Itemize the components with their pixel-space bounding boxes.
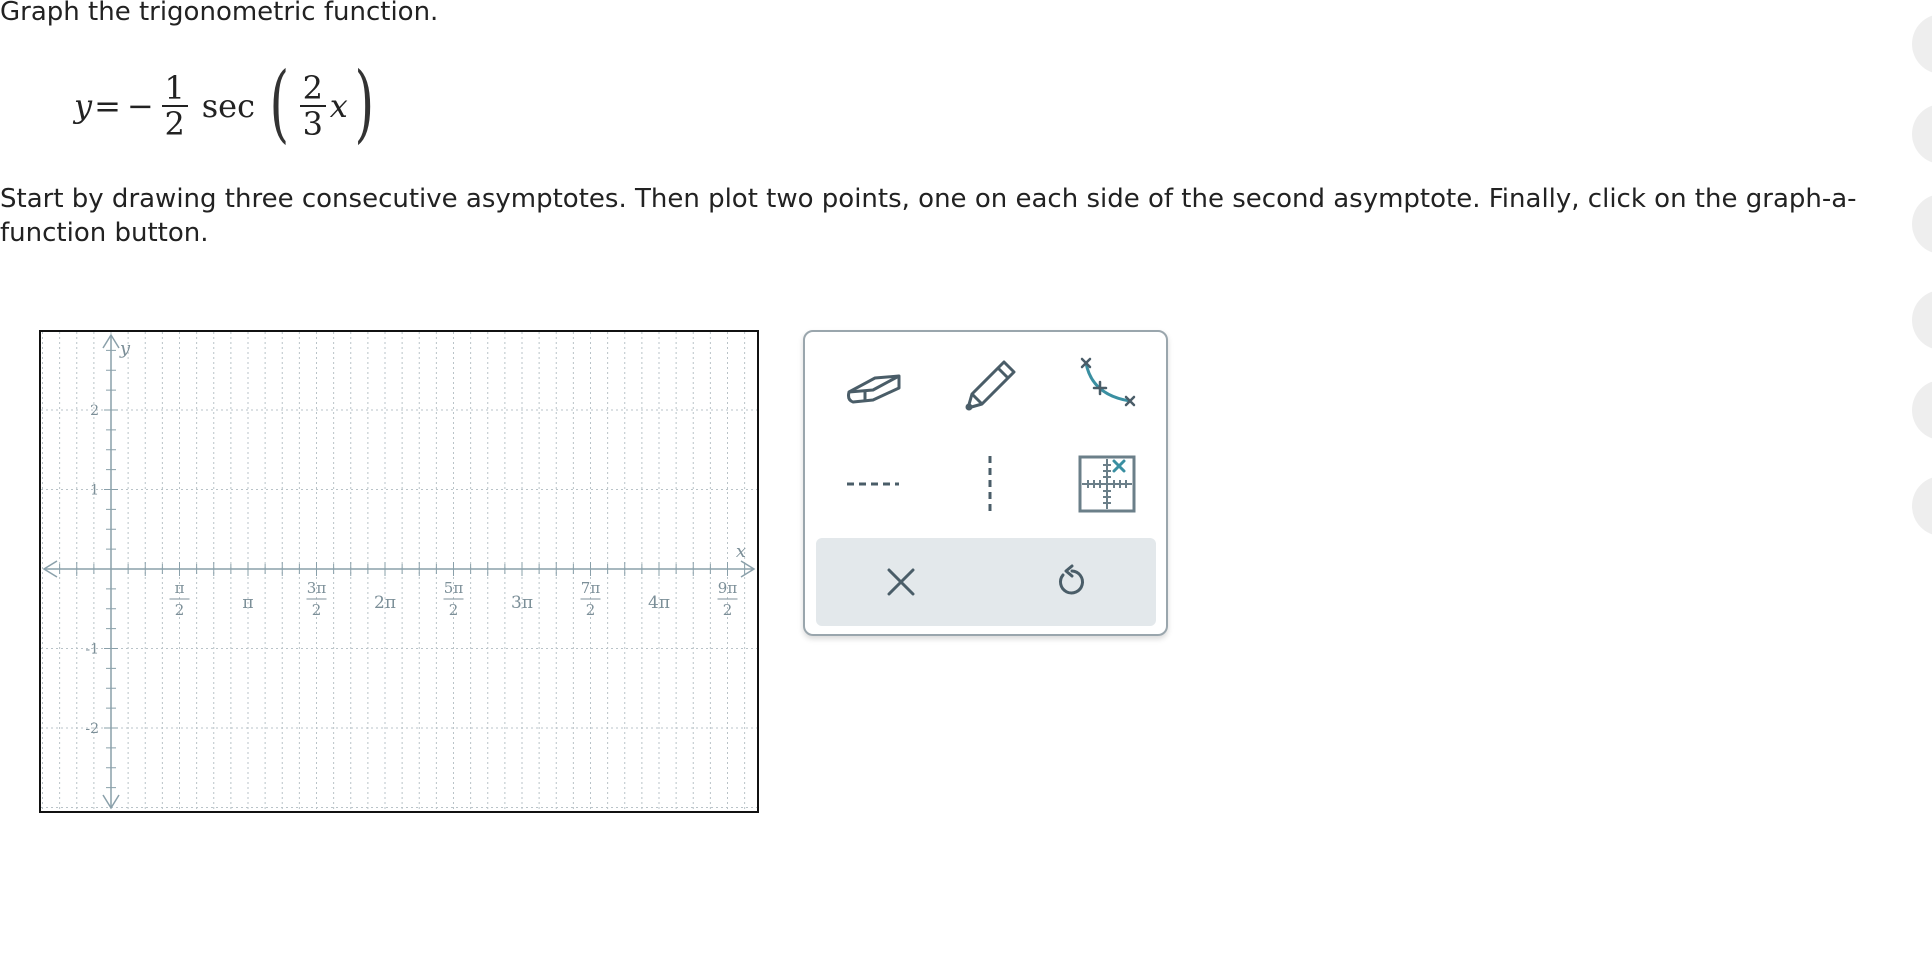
formula-right-paren: ): [354, 54, 375, 152]
dashed-horizontal-line-icon: [847, 482, 899, 486]
side-tab-1[interactable]: [1912, 14, 1932, 74]
x-tick-label-denominator: 2: [723, 601, 733, 619]
formula-x: x: [329, 87, 348, 125]
x-tick-label-numerator: 3π: [307, 579, 327, 597]
x-tick-label-denominator: 2: [175, 601, 185, 619]
side-tab-3[interactable]: [1912, 194, 1932, 254]
x-tick-label: 2π: [374, 593, 396, 613]
y-tick-label: 1: [90, 483, 99, 499]
x-tick-label-denominator: 2: [312, 601, 322, 619]
y-tick-label: -2: [85, 721, 99, 737]
side-tab-5[interactable]: [1912, 380, 1932, 440]
grid-point-icon: [1078, 455, 1136, 513]
side-tab-6[interactable]: [1912, 476, 1932, 536]
side-tab-2[interactable]: [1912, 104, 1932, 164]
y-axis-label: y: [119, 338, 131, 359]
action-bar: [816, 538, 1156, 626]
coefficient-denominator: 2: [164, 105, 185, 143]
close-icon: [887, 568, 915, 596]
eraser-tool[interactable]: [833, 346, 913, 426]
instructions-text: Start by drawing three consecutive asymp…: [0, 184, 1857, 248]
x-tick-label: 3π: [511, 593, 533, 613]
dashed-vertical-line-icon: [988, 456, 992, 512]
formula-equals: =: [94, 87, 121, 125]
graph-canvas[interactable]: π 2 π 3π 2 2π 5π 2 3π 7π 2 4π 9π 2 2 1 -1 -2 x y: [39, 330, 759, 813]
formula-minus: −: [126, 87, 154, 125]
coordinate-plane[interactable]: π2 π3π2 2π5π2 3π7π2 4π9π221-1-2xy: [41, 332, 757, 811]
x-tick-label-numerator: π: [175, 579, 185, 597]
undo-button[interactable]: [1036, 547, 1106, 617]
vertical-asymptote-tool[interactable]: [950, 444, 1030, 524]
question-prompt: Graph the trigonometric function.: [0, 0, 439, 27]
graphing-toolbox: [803, 330, 1168, 636]
formula-function-name: sec: [201, 87, 255, 125]
formula-argument-coefficient: 2 3: [299, 69, 326, 143]
horizontal-asymptote-tool[interactable]: [833, 444, 913, 524]
x-tick-label: π: [242, 593, 253, 613]
argument-denominator: 3: [302, 105, 323, 143]
formula-coefficient: 1 2: [161, 69, 188, 143]
x-tick-label-denominator: 2: [449, 601, 459, 619]
graph-function-tool[interactable]: [1067, 346, 1147, 426]
point-tool[interactable]: [1067, 444, 1147, 524]
coefficient-numerator: 1: [164, 69, 185, 107]
side-tab-4[interactable]: [1912, 290, 1932, 350]
x-axis-label: x: [736, 541, 746, 562]
function-formula: y = − 1 2 sec ( 2 3 x ): [74, 58, 381, 154]
x-tick-label-denominator: 2: [586, 601, 596, 619]
x-tick-label-numerator: 9π: [718, 579, 738, 597]
x-tick-label-numerator: 5π: [444, 579, 464, 597]
eraser-icon: [847, 374, 901, 404]
formula-left-paren: (: [269, 54, 290, 152]
y-tick-label: 2: [90, 403, 99, 419]
clear-button[interactable]: [866, 547, 936, 617]
undo-icon: [1059, 564, 1084, 595]
pencil-tool[interactable]: [950, 346, 1030, 426]
y-tick-label: -1: [85, 642, 99, 658]
argument-numerator: 2: [302, 69, 323, 107]
x-tick-label: 4π: [648, 593, 670, 613]
formula-y: y: [74, 87, 93, 125]
curve-points-icon: [1080, 357, 1136, 407]
pencil-icon: [965, 360, 1016, 411]
x-tick-label-numerator: 7π: [581, 579, 601, 597]
